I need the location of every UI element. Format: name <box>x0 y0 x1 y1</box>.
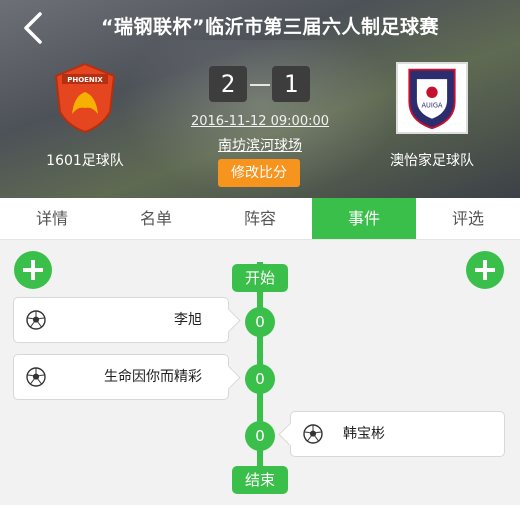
timeline-event-card[interactable]: 韩宝彬 <box>290 411 505 457</box>
page-title: “瑞钢联杯”临沂市第三届六人制足球赛 <box>101 16 439 38</box>
tab-lineup[interactable]: 阵容 <box>208 198 312 239</box>
away-team[interactable]: AUIGA 澳怡家足球队 <box>362 62 502 170</box>
edit-score-button[interactable]: 修改比分 <box>218 159 300 187</box>
soccer-ball-icon <box>26 367 46 387</box>
home-team[interactable]: PHOENIX 1601足球队 <box>15 62 155 170</box>
tab-bar: 详情 名单 阵容 事件 评选 <box>0 198 520 240</box>
home-score: 2 <box>209 66 247 102</box>
home-team-name: 1601足球队 <box>46 153 124 169</box>
back-arrow-icon[interactable] <box>18 10 48 46</box>
score-separator <box>250 84 270 86</box>
home-team-logo: PHOENIX <box>54 62 116 134</box>
event-player-name: 李旭 <box>174 312 202 328</box>
match-datetime: 2016-11-12 09:00:00 <box>190 114 330 129</box>
event-player-name: 生命因你而精彩 <box>104 369 202 385</box>
add-away-event-button[interactable] <box>466 251 504 289</box>
away-team-name: 澳怡家足球队 <box>390 153 474 169</box>
timeline-end: 结束 <box>232 466 288 494</box>
tab-events[interactable]: 事件 <box>312 198 416 239</box>
match-screen: “瑞钢联杯”临沂市第三届六人制足球赛 PHOENIX 1601足球队 AUIGA… <box>0 0 520 505</box>
svg-text:PHOENIX: PHOENIX <box>67 76 103 84</box>
timeline-event-minute: 0 <box>245 364 275 394</box>
away-score: 1 <box>272 66 310 102</box>
timeline-event-card[interactable]: 李旭 <box>13 297 229 343</box>
timeline-event-card[interactable]: 生命因你而精彩 <box>13 354 229 400</box>
soccer-ball-icon <box>26 310 46 330</box>
event-player-name: 韩宝彬 <box>343 426 385 442</box>
match-header: “瑞钢联杯”临沂市第三届六人制足球赛 PHOENIX 1601足球队 AUIGA… <box>0 0 520 198</box>
svg-text:AUIGA: AUIGA <box>422 101 443 109</box>
soccer-ball-icon <box>303 424 323 444</box>
tab-details[interactable]: 详情 <box>0 198 104 239</box>
add-home-event-button[interactable] <box>14 251 52 289</box>
timeline-event-minute: 0 <box>245 421 275 451</box>
tab-selection[interactable]: 评选 <box>416 198 520 239</box>
timeline-start: 开始 <box>232 264 288 292</box>
match-venue-link[interactable]: 南坊滨河球场 <box>160 135 360 155</box>
away-team-logo: AUIGA <box>396 62 468 134</box>
tab-roster[interactable]: 名单 <box>104 198 208 239</box>
timeline-event-minute: 0 <box>245 307 275 337</box>
